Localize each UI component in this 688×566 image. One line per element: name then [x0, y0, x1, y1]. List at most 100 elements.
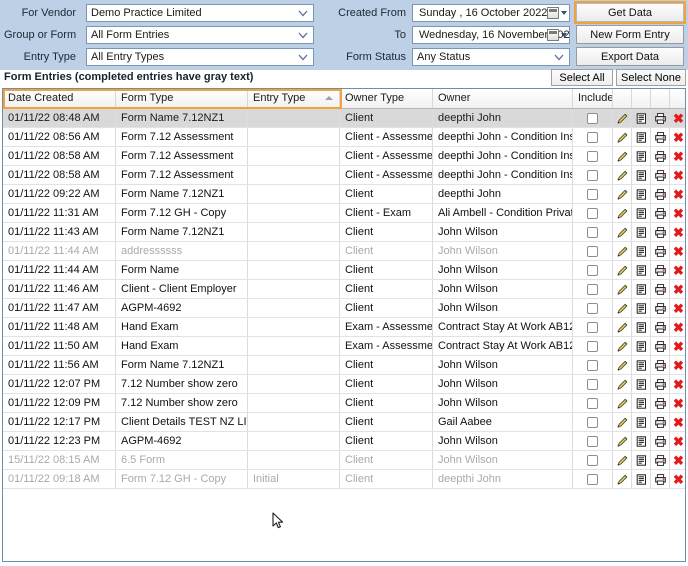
document-icon[interactable]	[632, 204, 651, 222]
print-icon[interactable]	[651, 394, 670, 412]
include-checkbox[interactable]	[587, 169, 598, 181]
table-row[interactable]: 01/11/22 08:56 AM Form 7.12 Assessment Cli…	[3, 128, 685, 147]
include-checkbox[interactable]	[587, 473, 598, 485]
cell-include[interactable]	[573, 242, 613, 260]
table-row[interactable]: 01/11/22 12:23 PM AGPM-4692 Client John Wil…	[3, 432, 685, 451]
print-icon[interactable]	[651, 432, 670, 450]
cell-include[interactable]	[573, 109, 613, 127]
include-checkbox[interactable]	[587, 188, 598, 200]
edit-pencil-icon[interactable]	[613, 261, 632, 279]
table-row[interactable]: 01/11/22 11:31 AM Form 7.12 GH - Copy Clie…	[3, 204, 685, 223]
delete-x-icon[interactable]: ✖	[670, 470, 685, 488]
table-row[interactable]: 01/11/22 11:44 AM Form Name Client John Wil…	[3, 261, 685, 280]
table-row[interactable]: 01/11/22 11:47 AM AGPM-4692 Client John Wil…	[3, 299, 685, 318]
document-icon[interactable]	[632, 451, 651, 469]
print-icon[interactable]	[651, 204, 670, 222]
table-row[interactable]: 01/11/22 11:46 AM Client - Client Employe…	[3, 280, 685, 299]
include-checkbox[interactable]	[587, 416, 598, 428]
edit-pencil-icon[interactable]	[613, 223, 632, 241]
include-checkbox[interactable]	[587, 378, 598, 390]
new-form-entry-button[interactable]: New Form Entry	[576, 25, 684, 44]
include-checkbox[interactable]	[587, 226, 598, 238]
cell-include[interactable]	[573, 299, 613, 317]
print-icon[interactable]	[651, 470, 670, 488]
column-header-owner-type[interactable]: Owner Type	[340, 89, 433, 108]
table-row[interactable]: 01/11/22 11:44 AM addressssss Client John W…	[3, 242, 685, 261]
document-icon[interactable]	[632, 375, 651, 393]
print-icon[interactable]	[651, 299, 670, 317]
edit-pencil-icon[interactable]	[613, 356, 632, 374]
delete-x-icon[interactable]: ✖	[670, 375, 685, 393]
edit-pencil-icon[interactable]	[613, 128, 632, 146]
edit-pencil-icon[interactable]	[613, 394, 632, 412]
cell-include[interactable]	[573, 432, 613, 450]
delete-x-icon[interactable]: ✖	[670, 166, 685, 184]
include-checkbox[interactable]	[587, 207, 598, 219]
edit-pencil-icon[interactable]	[613, 318, 632, 336]
delete-x-icon[interactable]: ✖	[670, 318, 685, 336]
cell-include[interactable]	[573, 375, 613, 393]
cell-include[interactable]	[573, 280, 613, 298]
column-header-owner[interactable]: Owner	[433, 89, 573, 108]
edit-pencil-icon[interactable]	[613, 451, 632, 469]
document-icon[interactable]	[632, 413, 651, 431]
edit-pencil-icon[interactable]	[613, 432, 632, 450]
document-icon[interactable]	[632, 470, 651, 488]
form-status-select[interactable]: Any Status	[412, 48, 570, 66]
export-data-button[interactable]: Export Data	[576, 47, 684, 66]
document-icon[interactable]	[632, 223, 651, 241]
print-icon[interactable]	[651, 223, 670, 241]
delete-x-icon[interactable]: ✖	[670, 147, 685, 165]
created-to-date-picker[interactable]: Wednesday, 16 November 2022	[412, 26, 570, 44]
print-icon[interactable]	[651, 128, 670, 146]
print-icon[interactable]	[651, 451, 670, 469]
delete-x-icon[interactable]: ✖	[670, 337, 685, 355]
table-row[interactable]: 01/11/22 11:56 AM Form Name 7.12NZ1 Client…	[3, 356, 685, 375]
delete-x-icon[interactable]: ✖	[670, 299, 685, 317]
print-icon[interactable]	[651, 147, 670, 165]
cell-include[interactable]	[573, 451, 613, 469]
include-checkbox[interactable]	[587, 283, 598, 295]
document-icon[interactable]	[632, 299, 651, 317]
print-icon[interactable]	[651, 375, 670, 393]
print-icon[interactable]	[651, 356, 670, 374]
delete-x-icon[interactable]: ✖	[670, 451, 685, 469]
document-icon[interactable]	[632, 337, 651, 355]
calendar-dropdown-button[interactable]	[547, 28, 567, 42]
table-row[interactable]: 01/11/22 08:58 AM Form 7.12 Assessment Cli…	[3, 166, 685, 185]
document-icon[interactable]	[632, 261, 651, 279]
include-checkbox[interactable]	[587, 245, 598, 257]
edit-pencil-icon[interactable]	[613, 242, 632, 260]
table-row[interactable]: 01/11/22 09:22 AM Form Name 7.12NZ1 Client…	[3, 185, 685, 204]
table-row[interactable]: 01/11/22 11:48 AM Hand Exam Exam - Assessm…	[3, 318, 685, 337]
document-icon[interactable]	[632, 356, 651, 374]
cell-include[interactable]	[573, 147, 613, 165]
include-checkbox[interactable]	[587, 321, 598, 333]
edit-pencil-icon[interactable]	[613, 337, 632, 355]
edit-pencil-icon[interactable]	[613, 470, 632, 488]
edit-pencil-icon[interactable]	[613, 109, 632, 127]
cell-include[interactable]	[573, 318, 613, 336]
edit-pencil-icon[interactable]	[613, 413, 632, 431]
delete-x-icon[interactable]: ✖	[670, 280, 685, 298]
document-icon[interactable]	[632, 166, 651, 184]
delete-x-icon[interactable]: ✖	[670, 109, 685, 127]
print-icon[interactable]	[651, 261, 670, 279]
include-checkbox[interactable]	[587, 340, 598, 352]
entry-type-select[interactable]: All Entry Types	[86, 48, 314, 66]
edit-pencil-icon[interactable]	[613, 375, 632, 393]
column-header-include[interactable]: Include	[573, 89, 613, 108]
delete-x-icon[interactable]: ✖	[670, 261, 685, 279]
print-icon[interactable]	[651, 318, 670, 336]
cell-include[interactable]	[573, 223, 613, 241]
delete-x-icon[interactable]: ✖	[670, 394, 685, 412]
include-checkbox[interactable]	[587, 435, 598, 447]
delete-x-icon[interactable]: ✖	[670, 242, 685, 260]
table-row[interactable]: 15/11/22 08:15 AM 6.5 Form Client John Wils…	[3, 451, 685, 470]
document-icon[interactable]	[632, 432, 651, 450]
column-header-form-type[interactable]: Form Type	[116, 89, 248, 108]
cell-include[interactable]	[573, 337, 613, 355]
print-icon[interactable]	[651, 185, 670, 203]
delete-x-icon[interactable]: ✖	[670, 432, 685, 450]
delete-x-icon[interactable]: ✖	[670, 223, 685, 241]
